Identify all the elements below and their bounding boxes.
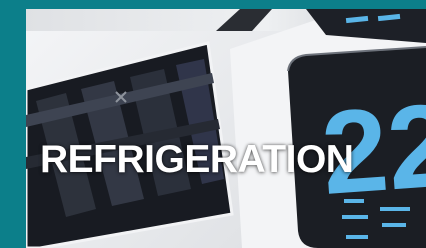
refrigeration-title: REFRIGERATION [40,138,354,181]
display-status-line [382,223,406,227]
appliance-edge [216,9,272,31]
video-frame: 22 REFRIGERATION [26,9,426,248]
refrigeration-scene: 22 [26,9,426,248]
display-status-line [346,235,368,239]
